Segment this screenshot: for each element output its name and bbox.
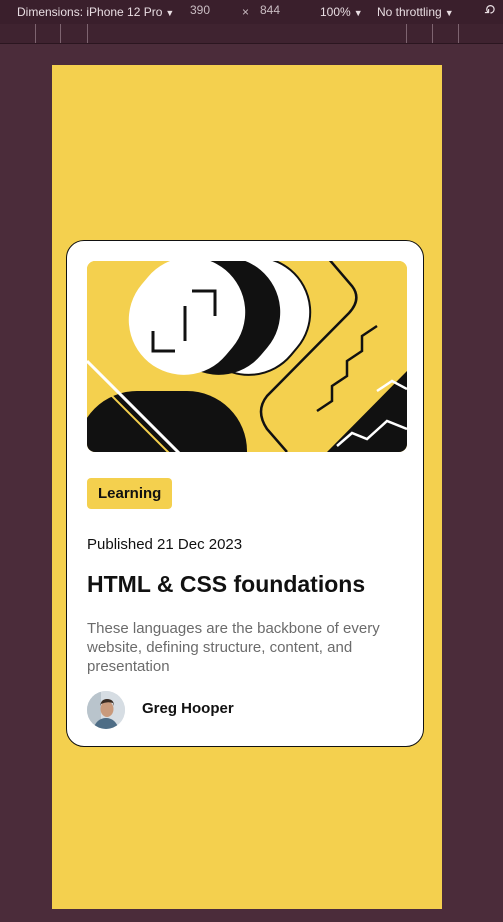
device-label: Dimensions: iPhone 12 Pro bbox=[17, 5, 163, 19]
dimension-separator: × bbox=[242, 5, 250, 19]
hero-illustration bbox=[87, 261, 407, 452]
chevron-down-icon: ▼ bbox=[165, 8, 175, 18]
author-name: Greg Hooper bbox=[142, 700, 234, 717]
zoom-label: 100% bbox=[320, 5, 351, 19]
card-description: These languages are the backbone of ever… bbox=[87, 620, 380, 675]
ruler-tick[interactable] bbox=[406, 24, 407, 43]
ruler-tick[interactable] bbox=[432, 24, 433, 43]
width-input[interactable] bbox=[190, 3, 226, 17]
card-title[interactable]: HTML & CSS foundations bbox=[87, 571, 365, 598]
rotate-icon[interactable]: ⟲ bbox=[480, 0, 500, 20]
ruler-tick[interactable] bbox=[458, 24, 459, 43]
zoom-dropdown[interactable]: 100% ▼ bbox=[320, 5, 363, 19]
ruler-tick[interactable] bbox=[60, 24, 61, 43]
published-date: Published 21 Dec 2023 bbox=[87, 536, 243, 553]
blog-preview-card: Learning Published 21 Dec 2023 HTML & CS… bbox=[66, 240, 439, 759]
height-input[interactable] bbox=[260, 3, 296, 17]
category-tag: Learning bbox=[87, 478, 173, 509]
chevron-down-icon: ▼ bbox=[353, 8, 363, 18]
devtools-toolbar: Dimensions: iPhone 12 Pro▼ × 100%▼ No th… bbox=[0, 0, 503, 25]
ruler-tick[interactable] bbox=[35, 24, 36, 43]
throttling-label: No throttling bbox=[377, 5, 442, 19]
illustration-graphic bbox=[87, 261, 407, 452]
ruler-tick[interactable] bbox=[87, 24, 88, 43]
chevron-down-icon: ▼ bbox=[444, 8, 454, 18]
media-query-ruler bbox=[0, 24, 503, 44]
author-avatar bbox=[87, 691, 125, 729]
throttling-dropdown[interactable]: No throttling ▼ bbox=[377, 5, 454, 19]
device-dropdown[interactable]: Dimensions: iPhone 12 Pro ▼ bbox=[17, 5, 174, 19]
avatar-graphic bbox=[87, 691, 125, 729]
device-viewport: Learning Published 21 Dec 2023 HTML & CS… bbox=[52, 65, 442, 909]
